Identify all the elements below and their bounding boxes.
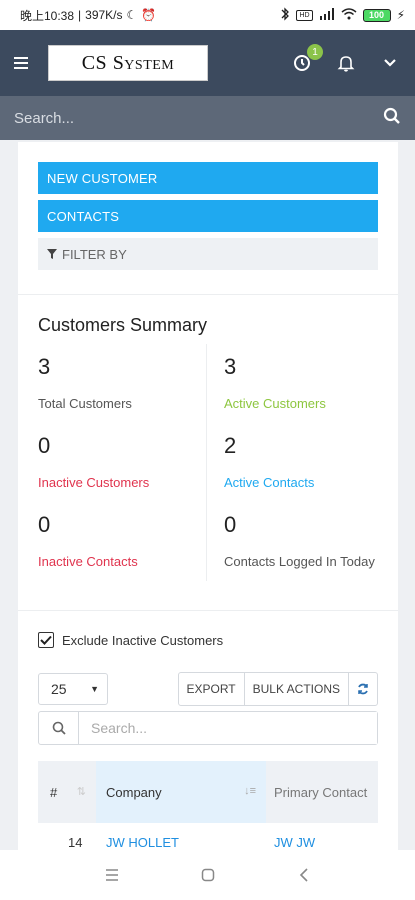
action-buttons: NEW CUSTOMER CONTACTS FILTER BY [18,142,398,295]
table-search [38,711,378,745]
search-icon[interactable] [383,107,401,130]
global-search-input[interactable] [14,109,383,127]
customers-table: # ⇅ Company ↓≡ Primary Contact 14 JW HOL… [38,761,378,850]
exclude-inactive-row[interactable]: Exclude Inactive Customers [38,629,378,651]
bell-icon [337,56,355,72]
timer-button[interactable]: 1 [291,44,323,74]
stat-inactive-contacts[interactable]: 0 Inactive Contacts [38,512,208,591]
refresh-button[interactable] [349,673,377,705]
hd-icon: HD [296,9,313,21]
filter-icon [47,249,57,259]
app-header: CS System 1 [0,30,415,96]
stat-inactive-customers[interactable]: 0 Inactive Customers [38,433,208,512]
exclude-inactive-label: Exclude Inactive Customers [62,632,224,648]
signal-icon [319,7,335,23]
timer-badge: 1 [307,44,323,60]
bluetooth-icon [280,6,290,24]
home-icon[interactable] [198,865,218,885]
checkmark-icon [40,635,52,645]
stat-contacts-logged-in: 0 Contacts Logged In Today [224,512,375,569]
summary-title: Customers Summary [38,315,208,335]
table-header-row: # ⇅ Company ↓≡ Primary Contact [38,761,378,823]
status-time: 晚上10:38 [20,8,75,23]
stat-active-contacts[interactable]: 2 Active Contacts [208,433,378,512]
notifications-button[interactable] [335,52,357,74]
column-header-company[interactable]: Company ↓≡ [96,761,266,823]
table-search-icon [39,712,79,744]
wifi-icon [341,7,357,23]
system-navigation-bar [0,850,415,900]
company-link[interactable]: JW HOLLET [106,835,179,850]
sort-asc-icon: ↓≡ [244,785,256,797]
network-speed: 397K/s [85,8,123,22]
stat-total-customers: 3 Total Customers [38,354,132,411]
summary-grid: 3 Total Customers 3 Active Customers 0 I… [38,344,378,591]
column-header-id[interactable]: # ⇅ [38,761,96,823]
refresh-icon [358,683,368,695]
page-size-select[interactable]: 25 ▼ [38,673,108,705]
contact-link[interactable]: JW JW [274,835,315,850]
caret-down-icon: ▼ [90,684,99,694]
customers-table-section: Exclude Inactive Customers 25 ▼ EXPORT B… [18,611,398,850]
table-controls: 25 ▼ EXPORT BULK ACTIONS [38,672,378,706]
app-logo[interactable]: CS System [48,45,208,81]
filter-by-label: FILTER BY [62,246,127,262]
cell-contact: JW JW [266,823,378,850]
battery-icon: 100 [362,8,391,22]
recent-apps-icon[interactable] [102,865,122,885]
alarm-icon: ⏰ [141,8,157,22]
moon-icon: ☾ [126,8,138,22]
contacts-button[interactable]: CONTACTS [38,200,378,232]
status-left: 晚上10:38 | 397K/s ☾ ⏰ [20,8,157,23]
filter-by-button[interactable]: FILTER BY [38,238,378,270]
status-right: HD 100 ⚡ [280,6,405,24]
new-customer-button[interactable]: NEW CUSTOMER [38,162,378,194]
bulk-actions-button[interactable]: BULK ACTIONS [245,673,349,705]
cell-id: 14 [68,835,83,850]
global-search-bar [0,96,415,140]
sort-icon: ⇅ [76,786,86,798]
column-header-primary-contact[interactable]: Primary Contact [266,761,378,823]
table-row[interactable]: 14 JW HOLLET JW JW [38,823,378,850]
user-dropdown-button[interactable] [379,52,401,74]
stat-active-customers[interactable]: 3 Active Customers [208,354,378,433]
table-button-group: EXPORT BULK ACTIONS [177,672,378,706]
exclude-inactive-checkbox[interactable] [38,632,54,648]
customers-summary: Customers Summary 3 Total Customers 3 Ac… [18,295,398,611]
back-icon[interactable] [294,865,314,885]
system-status-bar: 晚上10:38 | 397K/s ☾ ⏰ HD 100 ⚡ [0,0,415,30]
header-actions: 1 [291,44,401,74]
menu-icon[interactable] [14,57,28,69]
cell-company: JW HOLLET [96,823,266,850]
charging-icon: ⚡ [396,8,405,22]
chevron-down-icon [384,59,396,67]
customers-card: NEW CUSTOMER CONTACTS FILTER BY Customer… [18,142,398,850]
table-search-input[interactable] [79,712,377,744]
export-button[interactable]: EXPORT [179,673,245,705]
